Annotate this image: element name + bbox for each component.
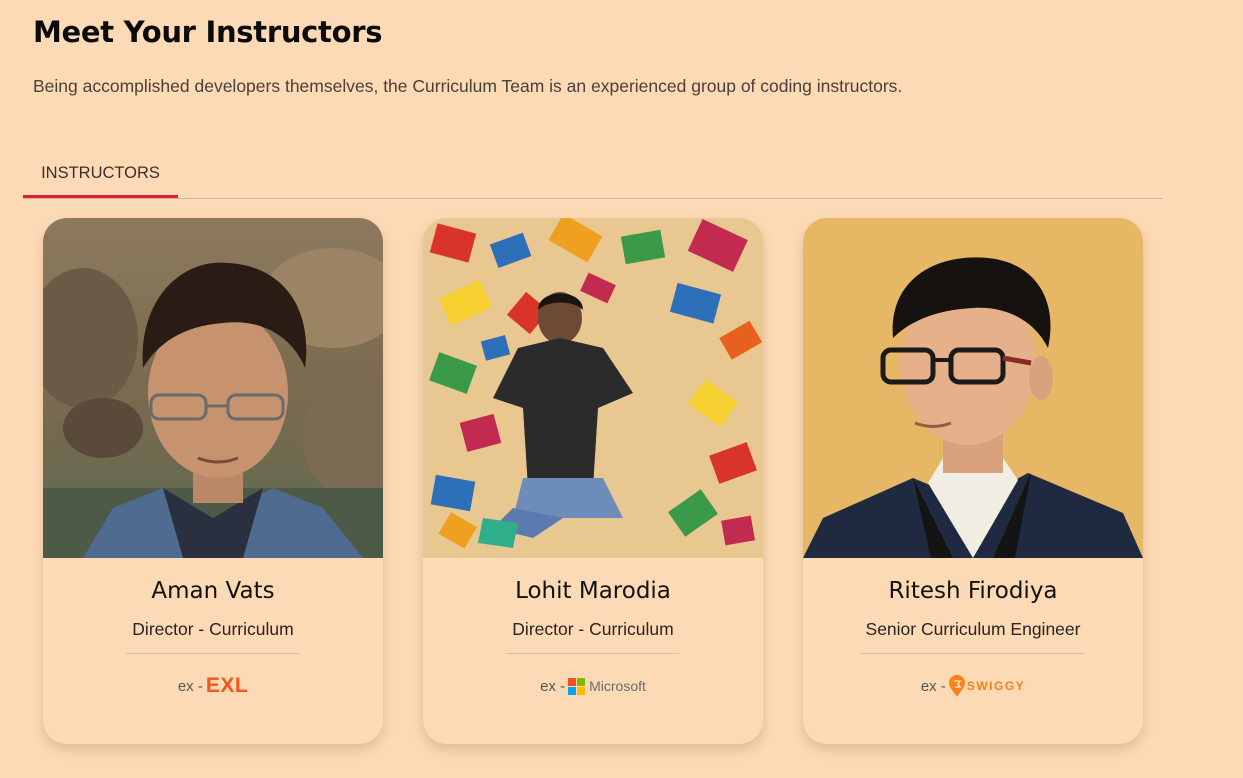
active-tab-indicator [23, 195, 178, 198]
swiggy-icon [948, 675, 965, 697]
instructor-photo [43, 218, 383, 558]
instructor-name: Ritesh Firodiya [888, 578, 1058, 604]
card-divider [126, 653, 299, 654]
instructor-card[interactable]: Aman Vats Director - Curriculum ex - EXL [43, 218, 383, 744]
instructor-card[interactable]: Lohit Marodia Director - Curriculum ex -… [423, 218, 763, 744]
instructor-photo [803, 218, 1143, 558]
instructor-photo-image [803, 218, 1143, 558]
swiggy-logo: SWIGGY [948, 675, 1026, 697]
instructors-section: Meet Your Instructors Being accomplished… [0, 0, 1243, 778]
former-company: ex - Microsoft [423, 674, 763, 698]
instructor-role: Senior Curriculum Engineer [865, 619, 1081, 639]
swiggy-wordmark: SWIGGY [966, 679, 1026, 693]
former-company: ex - EXL [43, 674, 383, 698]
instructor-role: Director - Curriculum [132, 619, 294, 639]
card-divider [506, 653, 679, 654]
instructor-role: Director - Curriculum [512, 619, 674, 639]
exl-logo: EXL [205, 674, 249, 697]
instructor-name: Lohit Marodia [515, 578, 671, 604]
instructor-card[interactable]: Ritesh Firodiya Senior Curriculum Engine… [803, 218, 1143, 744]
ex-prefix: ex - [540, 677, 566, 695]
section-subtitle: Being accomplished developers themselves… [33, 76, 903, 96]
tab-bar: INSTRUCTORS [23, 150, 1163, 199]
ex-prefix: ex - [177, 677, 203, 695]
instructor-name: Aman Vats [151, 578, 275, 604]
microsoft-icon [568, 677, 586, 695]
microsoft-logo: Microsoft [568, 677, 646, 695]
tab-instructors[interactable]: INSTRUCTORS [23, 150, 178, 196]
ex-prefix: ex - [920, 677, 946, 695]
instructor-photo-image [423, 218, 763, 558]
microsoft-wordmark: Microsoft [589, 678, 646, 694]
instructor-photo [423, 218, 763, 558]
section-title: Meet Your Instructors [33, 15, 383, 49]
card-divider [860, 653, 1085, 654]
former-company: ex - SWIGGY [803, 674, 1143, 698]
instructor-photo-image [43, 218, 383, 558]
